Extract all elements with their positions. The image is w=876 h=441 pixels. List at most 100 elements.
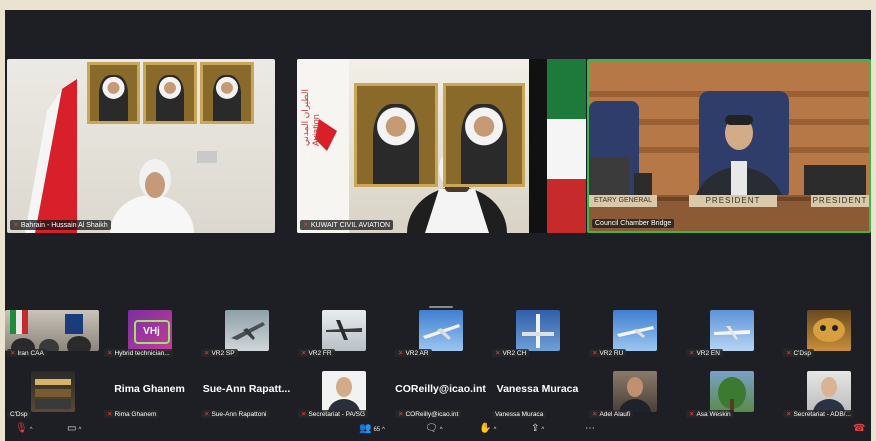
participant-name-tag: ✕ Sue-Ann Rapattoni: [201, 410, 270, 418]
participant-thumb-vr2-ar[interactable]: ✕ VR2 AR: [393, 307, 488, 357]
airplane-icon: [616, 326, 654, 338]
share-screen-icon[interactable]: ⇪ ^: [531, 423, 544, 434]
participant-name-tag: ✕ VR2 SP: [201, 349, 238, 357]
participant-name-tag: ✕ COReilly@icao.int: [395, 410, 462, 418]
participant-name-tag: ✕ Adel Alaufi: [589, 410, 634, 418]
participant-name-tag: ✕ Secretariat - PA/SG: [298, 410, 369, 418]
participant-display-name: Sue-Ann Rapatt...: [202, 383, 291, 395]
plane-image: [515, 310, 560, 351]
mic-muted-icon: ✕: [786, 411, 792, 418]
participant-thumb-hybrid-technician[interactable]: VHj ✕ Hybrid technician...: [102, 307, 197, 357]
conference-room-icon: [34, 379, 71, 409]
plane-image: [224, 310, 269, 351]
participant-thumb-vr2-ru[interactable]: ✕ VR2 RU: [587, 307, 682, 357]
participant-thumb-vr2-ch[interactable]: ✕ VR2 CH: [490, 307, 585, 357]
portrait-frame: [443, 83, 525, 187]
mic-muted-icon: ✕: [689, 411, 695, 418]
chamber-sign-left: ETARY GENERAL: [589, 195, 657, 207]
mic-muted-icon: ✕: [301, 350, 307, 357]
mic-muted-icon: ✕: [495, 350, 501, 357]
mic-muted-icon: ✕: [303, 222, 309, 229]
mic-muted-icon: ✕: [107, 411, 113, 418]
plane-image: [418, 310, 463, 351]
participant-thumb-vr2-fr[interactable]: ✕ VR2 FR: [296, 307, 391, 357]
mic-muted-icon: ✕: [592, 350, 598, 357]
participant-display-name: COReilly@icao.int: [395, 383, 486, 395]
participant-name-tag: Vanessa Muraca: [492, 411, 547, 418]
mic-muted-icon: ✕: [10, 350, 16, 357]
mic-muted-icon: ✕: [301, 411, 307, 418]
mic-muted-icon: ✕: [107, 350, 113, 357]
participant-name-tag: ✕ Asa Weskin: [686, 410, 734, 418]
participant-thumb-secretariat-pa[interactable]: ✕ Secretariat - PA/SG: [296, 368, 391, 418]
meeting-toolbar: 🎙 ^ ▭ ^ 👥 65 ^ 🗨 ^ ✋ ^ ⇪ ^ ⋯ ☎: [5, 420, 871, 441]
participant-name-tag: ✕ VR2 RU: [589, 349, 627, 357]
participant-thumb-cdsp-2[interactable]: C'Dsp: [5, 368, 100, 418]
raise-hand-icon[interactable]: ✋ ^: [479, 423, 496, 434]
participant-name-tag: ✕ VR2 FR: [298, 349, 335, 357]
person-icon: [327, 377, 360, 412]
participant-thumb-asa-weskin[interactable]: ✕ Asa Weskin: [684, 368, 779, 418]
participant-display-name: Vanessa Muraca: [496, 383, 579, 395]
mic-muted-icon: ✕: [13, 222, 19, 229]
participant-name-tag: Council Chamber Bridge: [592, 219, 675, 228]
participant-thumb-sue-ann[interactable]: Sue-Ann Rapatt... ✕ Sue-Ann Rapattoni: [199, 368, 294, 418]
participant-row-2: C'Dsp Rima Ghanem ✕ Rima Ghanem Sue-Ann R…: [5, 368, 871, 418]
portrait-frame: [87, 62, 140, 124]
participant-name-tag: ✕ VR2 AR: [395, 349, 432, 357]
room-scene: [10, 310, 91, 351]
headshot: [806, 371, 851, 412]
participant-thumb-vanessa-muraca[interactable]: Vanessa Muraca Vanessa Muraca: [490, 368, 585, 418]
participant-name-tag: ✕ KUWAIT CIVIL AVIATION: [300, 220, 394, 230]
mic-muted-icon[interactable]: 🎙 ^: [15, 423, 33, 434]
mic-muted-icon: ✕: [398, 411, 404, 418]
headshot: [612, 371, 657, 412]
camera-icon[interactable]: ▭ ^: [67, 423, 81, 434]
mic-muted-icon: ✕: [689, 350, 695, 357]
participant-thumb-iran-caa[interactable]: ✕ Iran CAA: [5, 307, 100, 357]
participant-thumb-secretariat-adb[interactable]: ✕ Secretariat - ADB/...: [781, 368, 871, 418]
video-tile-bahrain[interactable]: ✕ Bahrain - Hussain Al Shaikh: [7, 59, 275, 233]
portrait-frame: [354, 83, 438, 187]
mic-muted-icon: ✕: [398, 350, 404, 357]
mic-muted-icon: ✕: [592, 411, 598, 418]
plane-image: [321, 310, 366, 351]
participant-name-tag: ✕ Rima Ghanem: [104, 410, 160, 418]
participant-thumb-rima-ghanem[interactable]: Rima Ghanem ✕ Rima Ghanem: [102, 368, 197, 418]
mic-muted-icon: ✕: [204, 411, 210, 418]
participant-name-tag: ✕ VR2 EN: [686, 349, 723, 357]
participant-name-tag: ✕ Bahrain - Hussain Al Shaikh: [10, 220, 111, 230]
airplane-icon: [325, 320, 362, 340]
airplane-icon: [230, 322, 265, 340]
more-options-icon[interactable]: ⋯: [585, 423, 595, 434]
aviation-banner: الطيران المدني Aviation: [300, 89, 321, 147]
chamber-sign-center: PRESIDENT: [689, 195, 777, 207]
portrait-frame: [200, 62, 254, 124]
participant-thumb-adel-alaufi[interactable]: ✕ Adel Alaufi: [587, 368, 682, 418]
chamber-sign-right: PRESIDENT: [811, 195, 869, 207]
participants-button[interactable]: 👥 65 ^: [359, 423, 385, 434]
participant-row-1: ✕ Iran CAA VHj ✕ Hybrid technician... ✕ VR2…: [5, 307, 871, 357]
person-icon: [618, 377, 651, 412]
participant-name-tag: ✕ Hybrid technician...: [104, 349, 173, 357]
leave-call-icon[interactable]: ☎: [853, 423, 865, 434]
participant-thumb-vr2-sp[interactable]: ✕ VR2 SP: [199, 307, 294, 357]
avatar-logo: VHj: [127, 310, 172, 351]
video-tile-council-chamber[interactable]: ETARY GENERAL PRESIDENT PRESIDENT Counci…: [587, 59, 871, 233]
participant-thumb-coreilly[interactable]: COReilly@icao.int ✕ COReilly@icao.int: [393, 368, 488, 418]
landscape-image: [709, 371, 754, 412]
portrait-frame: [143, 62, 197, 124]
participant-name-tag: ✕ Iran CAA: [7, 349, 47, 357]
room-image: [30, 371, 75, 412]
airplane-icon: [521, 314, 554, 348]
robot-image: [806, 310, 851, 351]
landscape-icon: [717, 377, 746, 412]
meeting-window: ✕ Bahrain - Hussain Al Shaikh الطيران الم…: [5, 10, 871, 441]
participant-thumb-vr2-en[interactable]: ✕ VR2 EN: [684, 307, 779, 357]
video-thumb: [5, 310, 99, 351]
video-tile-kuwait[interactable]: الطيران المدني Aviation ✕ KUWAIT CIVIL AV…: [297, 59, 586, 233]
mic-muted-icon: ✕: [204, 350, 210, 357]
participant-name-tag: C'Dsp: [7, 411, 31, 418]
participant-thumb-cdsp[interactable]: ✕ C'Dsp: [781, 307, 871, 357]
chat-icon[interactable]: 🗨 ^: [425, 423, 443, 434]
